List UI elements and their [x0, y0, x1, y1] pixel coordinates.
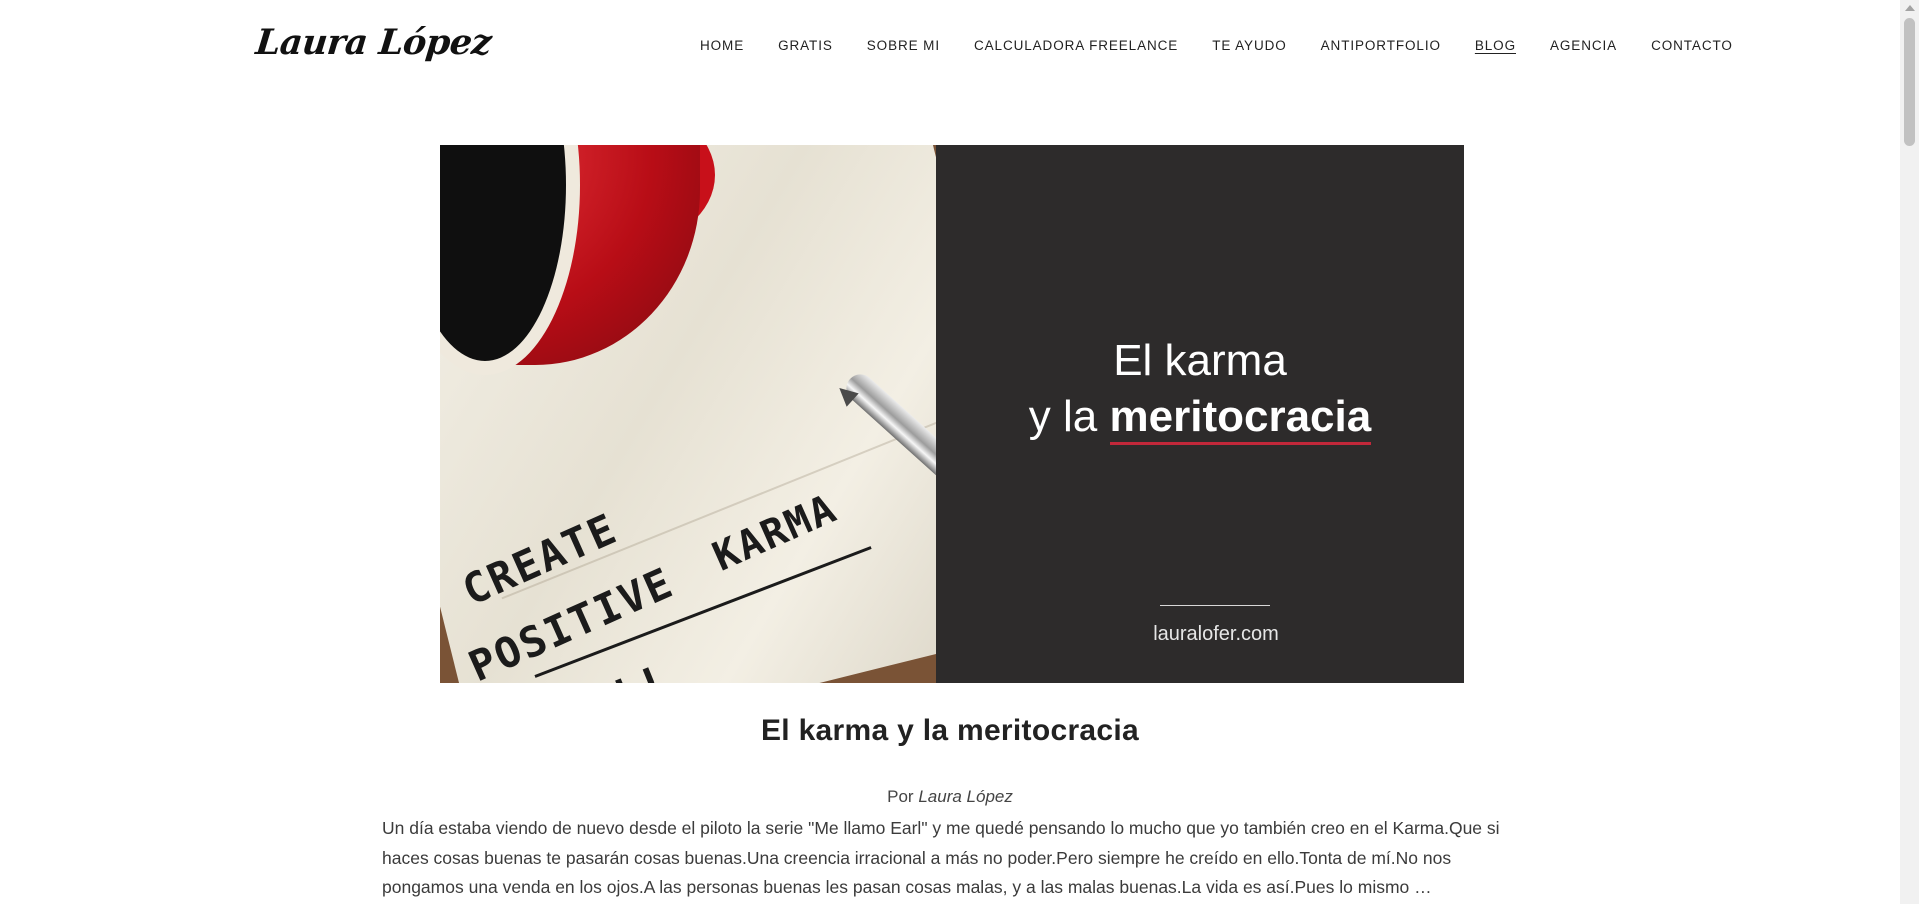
nav-item-home[interactable]: HOME: [700, 38, 744, 53]
scroll-up-arrow-icon[interactable]: [1905, 5, 1915, 11]
nav-item-agencia[interactable]: AGENCIA: [1550, 38, 1617, 53]
hero-text-panel: El karma y la meritocracia lauralofer.co…: [936, 145, 1464, 683]
featured-image[interactable]: CREATE POSITIVE KARMA NOW !! El karma y …: [440, 145, 1464, 683]
hero-photo: CREATE POSITIVE KARMA NOW !!: [440, 145, 936, 683]
site-logo[interactable]: Laura López: [254, 22, 493, 63]
nav-item-calculadora-freelance[interactable]: CALCULADORA FREELANCE: [974, 38, 1178, 53]
nav-item-gratis[interactable]: GRATIS: [778, 38, 833, 53]
hero-title-line1: El karma: [1113, 336, 1287, 385]
author-link[interactable]: Laura López: [918, 787, 1013, 806]
nav-item-contacto[interactable]: CONTACTO: [1651, 38, 1733, 53]
nav-item-sobre-mi[interactable]: SOBRE MI: [867, 38, 940, 53]
site-header: Laura López HOME GRATIS SOBRE MI CALCULA…: [0, 0, 1900, 94]
hero-title-line2-strong: meritocracia: [1109, 392, 1372, 445]
hero-title: El karma y la meritocracia: [936, 333, 1464, 445]
post-excerpt: Un día estaba viendo de nuevo desde el p…: [382, 818, 1500, 897]
hero-divider: [1160, 605, 1270, 606]
nav-item-antiportfolio[interactable]: ANTIPORTFOLIO: [1321, 38, 1441, 53]
hero-title-line2: y la meritocracia: [936, 389, 1464, 445]
post-byline: Por Laura López: [0, 787, 1900, 807]
nav-item-te-ayudo[interactable]: TE AYUDO: [1212, 38, 1286, 53]
hero-title-line2-prefix: y la: [1028, 392, 1110, 441]
main-nav: HOME GRATIS SOBRE MI CALCULADORA FREELAN…: [700, 38, 1767, 53]
hero-site-url: lauralofer.com: [1153, 623, 1279, 645]
byline-prefix: Por: [887, 787, 919, 806]
vertical-scrollbar[interactable]: [1900, 0, 1919, 904]
scrollbar-thumb[interactable]: [1904, 18, 1915, 146]
nav-item-blog[interactable]: BLOG: [1475, 38, 1516, 53]
post-title[interactable]: El karma y la meritocracia: [0, 714, 1900, 748]
